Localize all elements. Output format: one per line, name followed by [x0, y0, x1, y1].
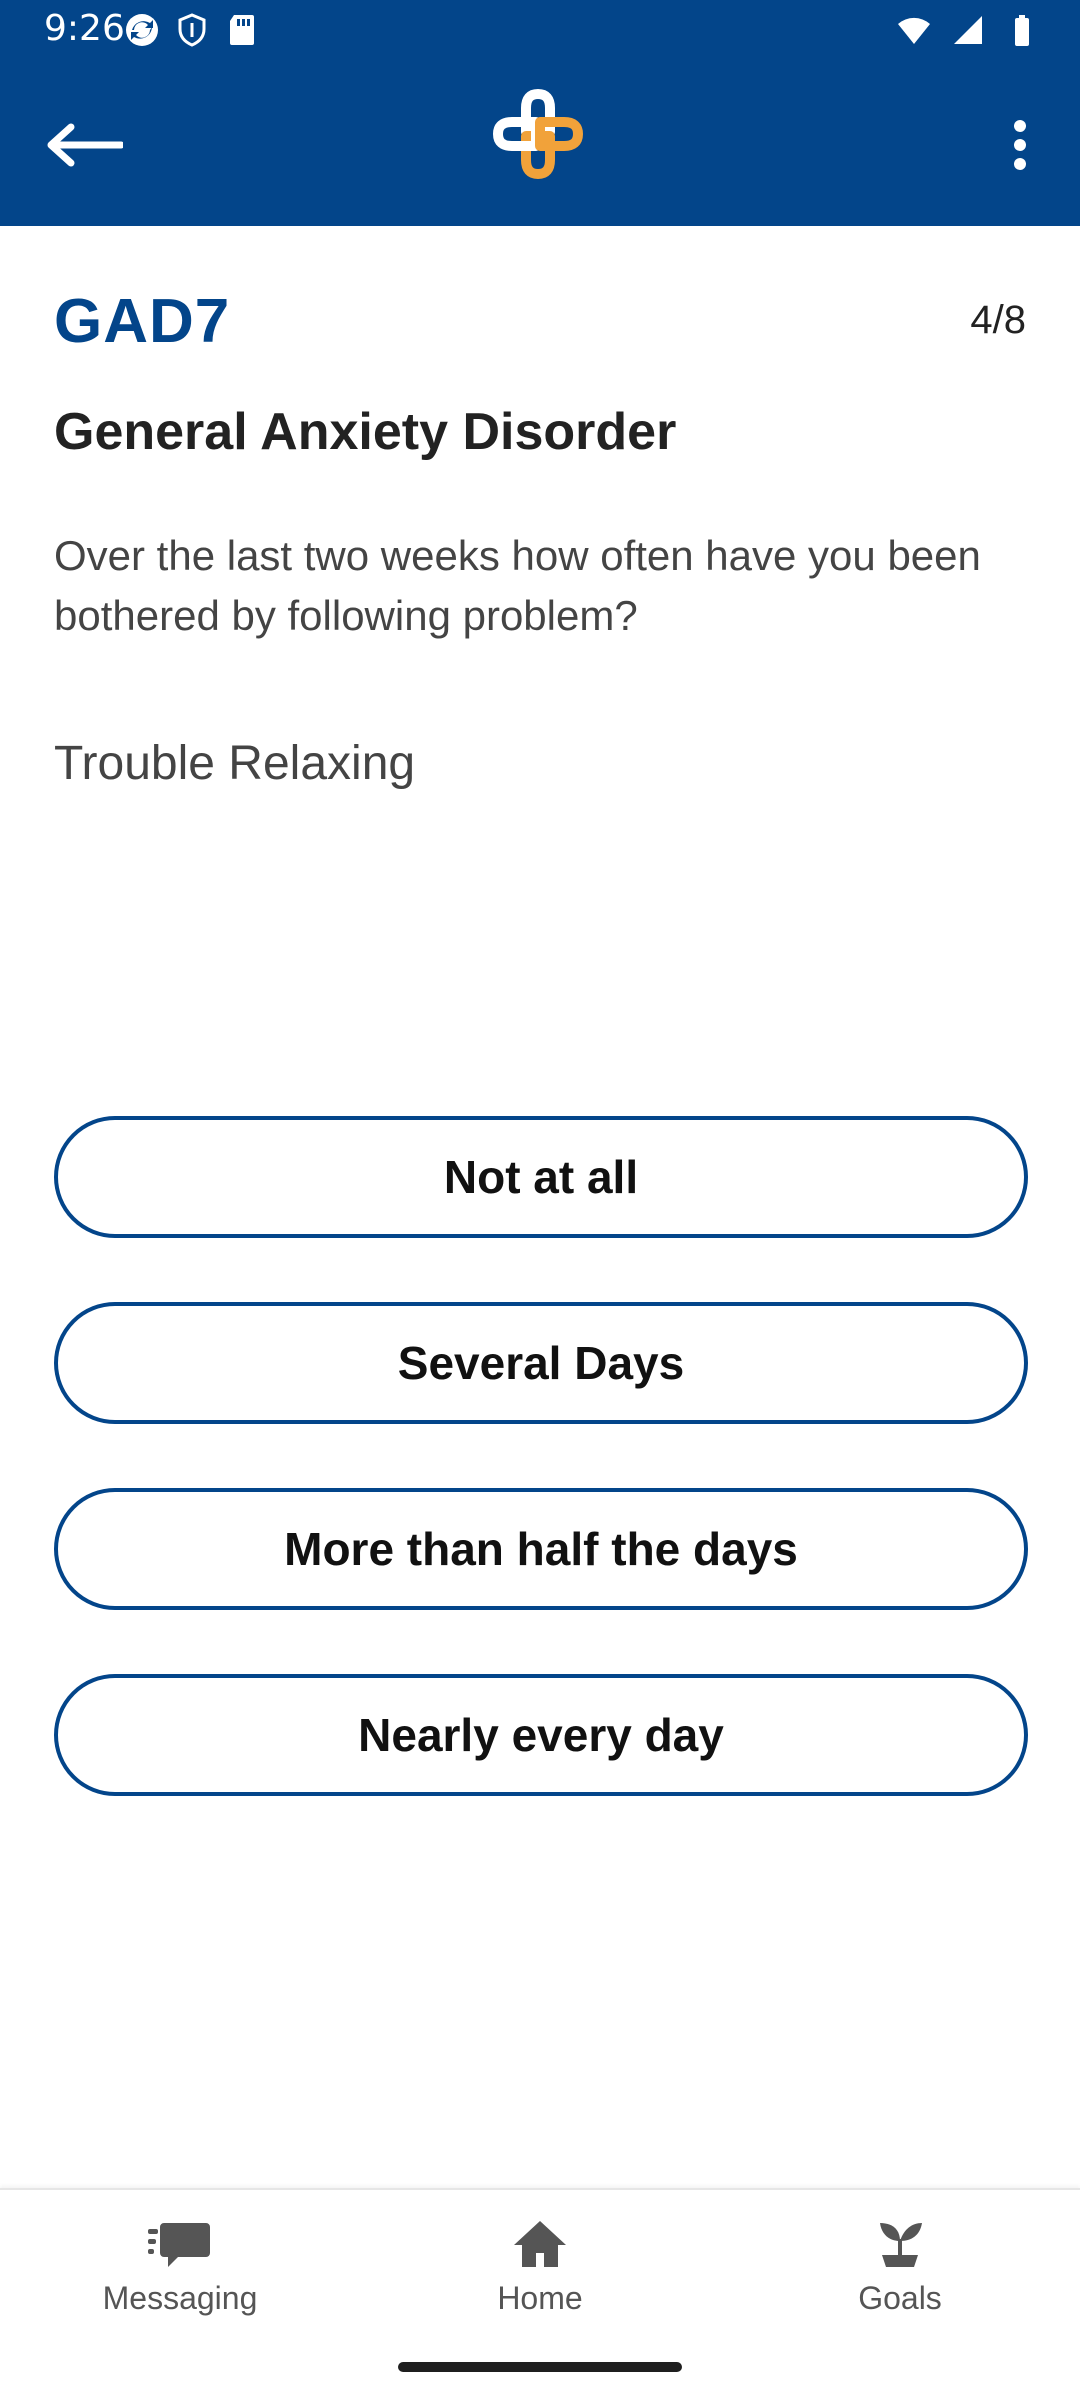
- option-not-at-all-button[interactable]: Not at all: [54, 1116, 1028, 1238]
- more-vertical-icon: [1012, 119, 1028, 175]
- nav-item-goals[interactable]: Goals: [750, 2216, 1050, 2336]
- survey-code: GAD7: [54, 287, 231, 356]
- sd-card-icon: [224, 12, 260, 48]
- plus-cross-logo: [493, 89, 583, 179]
- survey-content: GAD7 4/8 General Anxiety Disorder Over t…: [54, 226, 1028, 1796]
- question-item: Trouble Relaxing: [54, 737, 416, 790]
- home-indicator[interactable]: [398, 2362, 682, 2372]
- shield-icon: [174, 12, 210, 48]
- arrow-left-icon: [47, 123, 125, 172]
- app-bar: [0, 62, 1080, 226]
- back-button[interactable]: [30, 102, 140, 192]
- signal-icon: [950, 12, 986, 48]
- nav-label-messaging: Messaging: [102, 2280, 258, 2316]
- app-logo: [488, 84, 588, 184]
- wifi-icon: [896, 12, 932, 48]
- survey-header: GAD7 4/8: [54, 226, 1026, 406]
- nav-label-home: Home: [497, 2280, 583, 2316]
- sync-icon: [124, 12, 160, 48]
- home-icon: [508, 2216, 572, 2272]
- option-more-than-half-button[interactable]: More than half the days: [54, 1488, 1028, 1610]
- question-progress: 4/8: [970, 298, 1026, 342]
- nav-item-messaging[interactable]: Messaging: [30, 2216, 330, 2336]
- messaging-icon: [148, 2216, 212, 2272]
- option-nearly-every-day-button[interactable]: Nearly every day: [54, 1674, 1028, 1796]
- sprout-icon: [868, 2216, 932, 2272]
- more-options-button[interactable]: [980, 102, 1060, 192]
- survey-title: General Anxiety Disorder: [54, 403, 677, 461]
- nav-item-home[interactable]: Home: [390, 2216, 690, 2336]
- status-bar: 9:26: [0, 0, 1080, 62]
- status-time: 9:26: [44, 8, 125, 49]
- option-several-days-button[interactable]: Several Days: [54, 1302, 1028, 1424]
- battery-icon: [1004, 12, 1040, 48]
- nav-label-goals: Goals: [858, 2280, 942, 2316]
- app-header: 9:26: [0, 0, 1080, 226]
- question-prompt: Over the last two weeks how often have y…: [54, 532, 981, 639]
